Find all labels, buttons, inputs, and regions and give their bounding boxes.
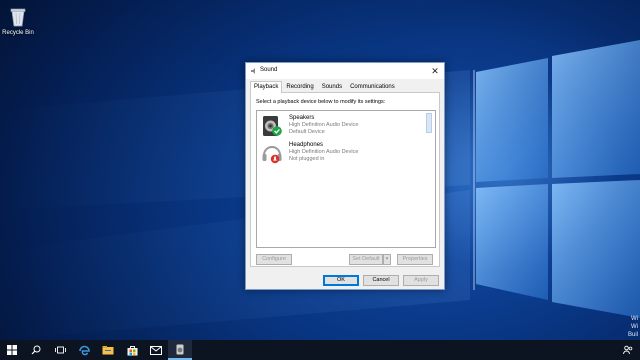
people-icon [623,345,633,355]
properties-button[interactable]: Properties [397,254,433,265]
recycle-bin-icon [10,8,26,27]
headphones-icon [262,146,282,164]
instruction-text: Select a playback device below to modify… [256,99,386,105]
dialog-title: Sound [260,67,278,73]
device-driver: High Definition Audio Device [289,122,359,128]
set-default-button[interactable]: Set Default [349,254,383,265]
speaker-icon [263,116,282,136]
store-button[interactable] [120,340,144,360]
chevron-down-icon: ▾ [385,256,389,262]
taskbar [0,340,640,360]
tab-playback[interactable]: Playback [250,81,283,93]
device-name: Speakers [289,115,315,121]
configure-button[interactable]: Configure [256,254,292,265]
ok-button[interactable]: OK [323,275,359,286]
device-button-row: Configure Set Default ▾ Properties [256,254,436,265]
dialog-titlebar[interactable]: Sound ✕ [246,63,444,79]
people-button[interactable] [620,340,636,360]
search-icon [31,345,41,355]
close-button[interactable]: ✕ [426,63,444,79]
device-status: Not plugged in [289,156,325,162]
search-button[interactable] [24,340,48,360]
mail-button[interactable] [144,340,168,360]
watermark-line-3: Buil [627,332,638,338]
recycle-bin-label: Recycle Bin [2,30,34,36]
task-view-icon [54,346,66,354]
system-tray [620,340,636,360]
watermark-line-1: Wi [631,316,638,322]
edge-button[interactable] [72,340,96,360]
tab-strip: Playback Recording Sounds Communications [250,81,399,93]
file-explorer-icon [102,346,114,355]
device-item-speakers[interactable]: Speakers High Definition Audio Device De… [258,113,424,139]
close-icon: ✕ [431,66,439,76]
apply-button[interactable]: Apply [403,275,439,286]
device-name: Headphones [289,142,324,148]
task-view-button[interactable] [48,340,72,360]
sound-app-icon [176,344,184,354]
device-driver: High Definition Audio Device [289,149,359,155]
cancel-button[interactable]: Cancel [363,275,399,286]
dialog-footer: OK Cancel Apply [246,273,444,287]
recycle-bin-desktop-icon[interactable]: Recycle Bin [2,6,34,36]
device-status: Default Device [289,129,325,135]
tab-sounds[interactable]: Sounds [318,81,346,92]
sound-window-icon [251,68,255,74]
store-icon [127,345,137,355]
edge-icon [78,345,90,355]
set-default-dropdown[interactable]: ▾ [383,254,391,265]
sound-dialog: Sound ✕ Playback Recording Sounds Commun… [245,62,445,290]
sound-app-button[interactable] [168,340,192,360]
playback-panel: Select a playback device below to modify… [250,92,440,267]
file-explorer-button[interactable] [96,340,120,360]
mail-icon [150,345,162,355]
tab-communications[interactable]: Communications [346,81,399,92]
device-list[interactable]: Speakers High Definition Audio Device De… [256,110,436,248]
device-item-headphones[interactable]: Headphones High Definition Audio Device … [258,140,424,166]
device-list-scrollbar[interactable] [426,113,432,133]
start-icon [7,345,17,355]
start-button[interactable] [0,340,24,360]
default-check-badge [272,126,282,136]
watermark-line-2: Wi [631,324,638,330]
tab-recording[interactable]: Recording [282,81,317,92]
